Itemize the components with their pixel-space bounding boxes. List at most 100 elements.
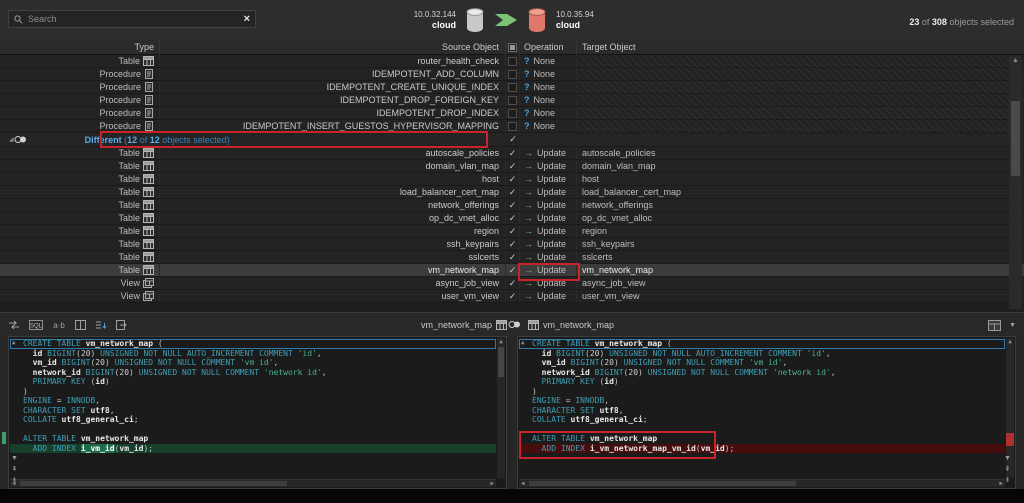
table-row[interactable]: Procedure IDEMPOTENT_DROP_INDEX? None: [0, 106, 1024, 120]
row-checkbox[interactable]: [508, 121, 517, 131]
operation-cell[interactable]: ? None: [520, 107, 577, 119]
first-diff-icon[interactable]: ⇞: [12, 466, 18, 473]
scroll-up-arrow-icon[interactable]: ▲: [1006, 338, 1014, 345]
table-row[interactable]: Table op_dc_vnet_alloc ✓ → Update op_dc_vnet_…: [0, 212, 1024, 225]
group-row-different[interactable]: ◢ Different (12 of 12 objects selected) …: [0, 133, 1024, 147]
scroll-right-arrow-icon[interactable]: ▶: [490, 481, 494, 487]
operation-cell[interactable]: → Update: [520, 147, 577, 159]
table-row[interactable]: Procedure IDEMPOTENT_INSERT_GUESTOS_HYPER…: [0, 119, 1024, 133]
table-row[interactable]: Procedure IDEMPOTENT_ADD_COLUMN? None: [0, 67, 1024, 81]
connection-header: 10.0.32.144 cloud 10.0.35.94 cloud: [360, 0, 652, 40]
chevron-down-icon[interactable]: ▼: [1009, 322, 1016, 329]
operation-cell[interactable]: → Update: [520, 160, 577, 172]
next-diff-icon[interactable]: ▼: [11, 455, 18, 462]
object-type-label: Table: [118, 174, 140, 184]
row-checkbox[interactable]: [508, 95, 517, 105]
select-all-checkbox[interactable]: [508, 42, 517, 52]
group-checkbox[interactable]: ✓: [506, 135, 520, 144]
source-object-label: IDEMPOTENT_CREATE_UNIQUE_INDEX: [160, 81, 506, 93]
row-checkbox[interactable]: ✓: [509, 226, 517, 236]
operation-cell[interactable]: → Update: [520, 264, 577, 276]
row-checkbox[interactable]: ✓: [509, 239, 517, 249]
operation-cell[interactable]: ? None: [520, 81, 577, 93]
scroll-left-arrow-icon[interactable]: ◀: [521, 481, 525, 487]
object-type-label: Table: [118, 187, 140, 197]
table-row[interactable]: Table domain_vlan_map ✓ → Update domain_vlan_…: [0, 160, 1024, 173]
row-checkbox[interactable]: ✓: [509, 265, 517, 275]
operation-cell[interactable]: → Update: [520, 199, 577, 211]
table-row[interactable]: Table autoscale_policies ✓ → Update autoscale…: [0, 147, 1024, 160]
column-header-checkbox[interactable]: [506, 39, 520, 55]
last-diff-icon[interactable]: ⇟: [12, 477, 18, 484]
table-row[interactable]: View user_vm_view ✓ → Update user_vm_view: [0, 290, 1024, 303]
source-ddl-panel[interactable]: ▲ CREATE TABLE vm_network_map ( id BIGIN…: [8, 336, 507, 489]
first-diff-icon[interactable]: ⇞: [1005, 466, 1011, 473]
row-checkbox[interactable]: ✓: [509, 187, 517, 197]
object-type-label: Procedure: [99, 69, 141, 79]
row-checkbox[interactable]: [508, 82, 517, 92]
last-diff-icon[interactable]: ⇟: [1005, 477, 1011, 484]
row-checkbox[interactable]: ✓: [509, 148, 517, 158]
row-checkbox[interactable]: ✓: [509, 200, 517, 210]
operation-cell[interactable]: → Update: [520, 225, 577, 237]
row-checkbox[interactable]: ✓: [509, 252, 517, 262]
row-checkbox[interactable]: [508, 56, 517, 66]
grid-vertical-scrollbar[interactable]: ▲: [1009, 56, 1022, 309]
left-vertical-scrollbar[interactable]: ▲: [497, 338, 505, 478]
operation-cell[interactable]: → Update: [520, 186, 577, 198]
row-checkbox[interactable]: ✓: [509, 278, 517, 288]
next-diff-icon[interactable]: ▼: [1004, 455, 1011, 462]
row-checkbox[interactable]: ✓: [509, 213, 517, 223]
target-ddl-panel[interactable]: ▲ CREATE TABLE vm_network_map ( id BIGIN…: [517, 336, 1016, 489]
operation-cell[interactable]: → Update: [520, 290, 577, 302]
code-line: ENGINE = INNODB,: [532, 396, 610, 405]
row-checkbox[interactable]: ✓: [509, 161, 517, 171]
row-checkbox[interactable]: [508, 69, 517, 79]
target-ddl-code[interactable]: CREATE TABLE vm_network_map ( id BIGINT(…: [519, 339, 1005, 478]
target-object-label: [577, 93, 1024, 107]
search-icon: [14, 14, 23, 24]
left-horizontal-scrollbar[interactable]: ◀ ▶: [10, 479, 496, 487]
grid-scrollbar-thumb[interactable]: [1011, 101, 1020, 176]
right-horizontal-scrollbar[interactable]: ◀ ▶: [519, 479, 1005, 487]
operation-cell[interactable]: ? None: [520, 68, 577, 80]
row-checkbox[interactable]: ✓: [509, 291, 517, 301]
object-type-label: Table: [118, 148, 140, 158]
column-header-target-object[interactable]: Target Object: [577, 40, 1024, 55]
target-database-icon: [527, 7, 547, 33]
column-header-source-object[interactable]: Source Object: [160, 39, 506, 55]
operation-cell[interactable]: → Update: [520, 173, 577, 185]
search-box[interactable]: Search ×: [8, 10, 256, 28]
table-row[interactable]: Table load_balancer_cert_map ✓ → Update load_…: [0, 186, 1024, 199]
source-ddl-code[interactable]: CREATE TABLE vm_network_map ( id BIGINT(…: [10, 339, 496, 478]
scroll-right-arrow-icon[interactable]: ▶: [999, 481, 1003, 487]
table-row[interactable]: Table ssh_keypairs ✓ → Update ssh_keypairs: [0, 238, 1024, 251]
table-row[interactable]: Table region ✓ → Update region: [0, 225, 1024, 238]
operation-cell[interactable]: ? None: [520, 94, 577, 106]
scroll-up-arrow-icon[interactable]: ▲: [497, 338, 505, 345]
clear-search-icon[interactable]: ×: [244, 14, 250, 25]
table-row[interactable]: Table host ✓ → Update host: [0, 173, 1024, 186]
row-checkbox[interactable]: [508, 108, 517, 118]
table-row[interactable]: Procedure IDEMPOTENT_CREATE_UNIQUE_INDEX?…: [0, 80, 1024, 94]
different-rows: Table autoscale_policies ✓ → Update autoscale…: [0, 147, 1024, 303]
table-row[interactable]: Table router_health_check? None: [0, 54, 1024, 68]
table-row[interactable]: Table vm_network_map ✓ → Update vm_network_ma…: [0, 264, 1024, 277]
table-row[interactable]: Table network_offerings ✓ → Update network_of…: [0, 199, 1024, 212]
column-header-type[interactable]: Type: [0, 39, 160, 55]
column-header-operation[interactable]: Operation: [520, 39, 577, 55]
operation-cell[interactable]: → Update: [520, 212, 577, 224]
operation-cell[interactable]: ? None: [520, 55, 577, 67]
operation-label: None: [533, 108, 556, 118]
scroll-up-arrow-icon[interactable]: ▲: [1009, 57, 1022, 64]
table-row[interactable]: Procedure IDEMPOTENT_DROP_FOREIGN_KEY? Non…: [0, 93, 1024, 107]
operation-cell[interactable]: → Update: [520, 277, 577, 289]
operation-cell[interactable]: → Update: [520, 238, 577, 250]
operation-cell[interactable]: ? None: [520, 120, 577, 132]
operation-cell[interactable]: → Update: [520, 251, 577, 263]
row-checkbox[interactable]: ✓: [509, 174, 517, 184]
grid-view-icon[interactable]: [988, 319, 1002, 331]
table-row[interactable]: View async_job_view ✓ → Update async_job_view: [0, 277, 1024, 290]
operation-label: Update: [537, 148, 567, 158]
table-row[interactable]: Table sslcerts ✓ → Update sslcerts: [0, 251, 1024, 264]
